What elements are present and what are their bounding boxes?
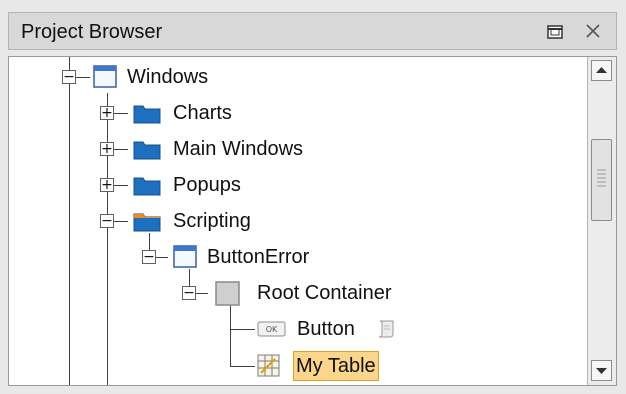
tree-node-label: My Table xyxy=(293,351,379,381)
tree-guide-line xyxy=(76,77,90,78)
tree-guide-line xyxy=(114,113,128,114)
tree-guide-line xyxy=(107,93,108,385)
tree-guide-line xyxy=(231,329,255,330)
tree-guide-line xyxy=(231,366,255,367)
tree-guide-line xyxy=(114,185,128,186)
scroll-up-button[interactable] xyxy=(591,60,612,81)
restore-window-icon[interactable] xyxy=(544,21,566,43)
table-icon xyxy=(257,354,281,383)
vertical-scrollbar[interactable] xyxy=(587,57,616,385)
folder-icon xyxy=(133,173,161,202)
tree-node-label: Main Windows xyxy=(173,138,304,160)
tree-node-label: Charts xyxy=(173,102,232,124)
close-icon[interactable] xyxy=(582,21,604,43)
panel-title: Project Browser xyxy=(21,21,163,43)
tree-node-label: ButtonError xyxy=(207,246,310,268)
folder-icon xyxy=(133,101,161,130)
scroll-down-button[interactable] xyxy=(591,360,612,381)
container-icon xyxy=(215,281,241,312)
project-tree[interactable]: − Windows + Charts + Main Windows + Popu… xyxy=(8,56,617,386)
tree-node-label: Button xyxy=(297,318,355,340)
ok-button-icon: OK xyxy=(257,319,287,344)
tree-guide-line xyxy=(230,305,231,367)
scroll-thumb[interactable] xyxy=(591,139,612,221)
expand-toggle[interactable]: + xyxy=(100,105,114,121)
window-icon xyxy=(93,65,117,94)
collapse-toggle[interactable]: − xyxy=(100,213,114,229)
collapse-toggle[interactable]: − xyxy=(182,285,196,301)
expand-toggle[interactable]: + xyxy=(100,177,114,193)
expand-toggle[interactable]: + xyxy=(100,141,114,157)
tree-node-label: Popups xyxy=(173,174,241,196)
window-icon xyxy=(135,379,159,385)
tree-guide-line xyxy=(69,57,70,385)
tree-node-label: Scripting xyxy=(173,210,251,232)
tree-guide-line xyxy=(156,257,168,258)
folder-open-icon xyxy=(133,209,161,238)
window-icon xyxy=(173,245,197,274)
folder-icon xyxy=(133,137,161,166)
script-icon xyxy=(375,318,397,345)
collapse-toggle[interactable]: − xyxy=(62,69,76,85)
project-browser-panel: Project Browser − Windows + Charts + Mai… xyxy=(0,0,626,394)
tree-node-label: Root Container xyxy=(257,282,392,304)
tree-guide-line xyxy=(114,221,128,222)
tree-node-label: Windows xyxy=(127,66,209,88)
collapse-toggle[interactable]: − xyxy=(142,249,156,265)
panel-header: Project Browser xyxy=(8,12,617,50)
svg-text:OK: OK xyxy=(266,325,278,334)
tree-guide-line xyxy=(114,149,128,150)
tree-guide-line xyxy=(196,293,208,294)
